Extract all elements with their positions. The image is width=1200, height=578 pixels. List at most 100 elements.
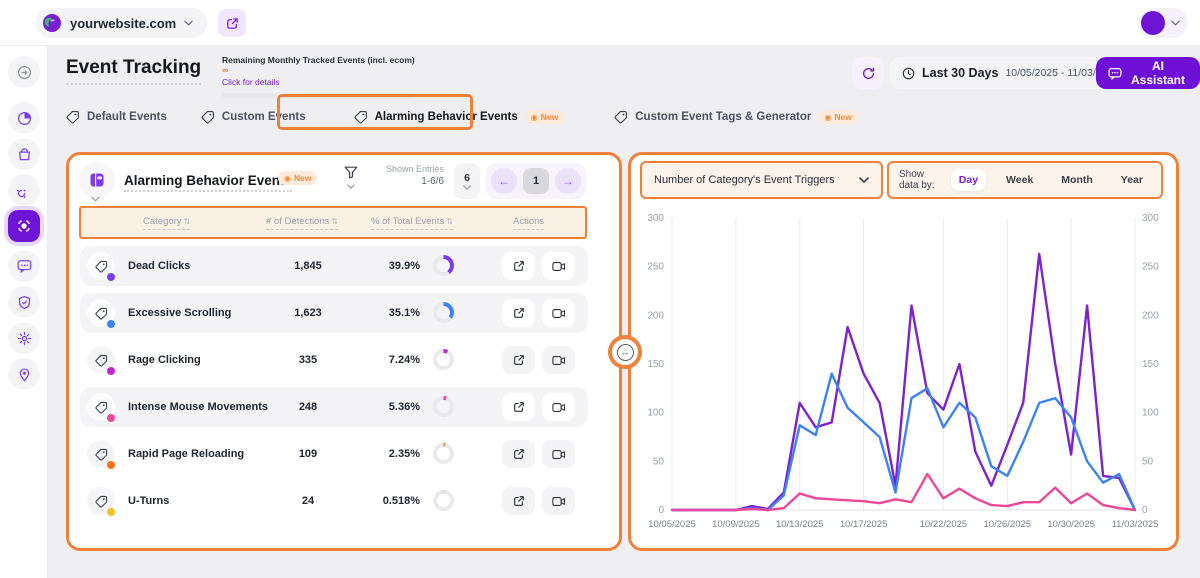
chat-icon[interactable]	[8, 250, 40, 282]
shopping-bag-icon[interactable]	[8, 138, 40, 170]
category-label: Rapid Page Reloading	[128, 448, 244, 460]
shield-check-icon[interactable]	[8, 286, 40, 318]
chart-metric-dropdown[interactable]: Number of Category's Event Triggers	[640, 161, 883, 199]
video-replay-button[interactable]	[542, 252, 575, 280]
new-badge: New	[278, 171, 317, 185]
detections-value: 248	[278, 401, 338, 413]
video-replay-button[interactable]	[542, 346, 575, 374]
panel-resize-handle[interactable]: ↔	[608, 335, 642, 369]
granularity-year[interactable]: Year	[1113, 169, 1151, 191]
top-bar: yourwebsite.com	[0, 0, 1200, 46]
svg-text:10/05/2025: 10/05/2025	[648, 519, 696, 530]
category-color-dot	[107, 414, 115, 422]
open-events-button[interactable]	[502, 440, 535, 468]
tab-custom-event-tags-generator[interactable]: Custom Event Tags & Generator New	[614, 110, 858, 124]
open-events-button[interactable]	[502, 252, 535, 280]
clock-icon	[902, 67, 915, 80]
pie-chart-icon[interactable]	[8, 102, 40, 134]
refresh-button[interactable]	[852, 57, 884, 89]
svg-text:10/30/2025: 10/30/2025	[1047, 519, 1095, 530]
filter-icon[interactable]	[344, 166, 358, 179]
svg-text:10/17/2025: 10/17/2025	[840, 519, 888, 530]
tracked-events-progressbar	[222, 93, 412, 98]
open-website-button[interactable]	[218, 9, 246, 37]
next-page-button[interactable]: →	[555, 168, 581, 194]
svg-text:300: 300	[647, 213, 664, 224]
radar-icon[interactable]	[8, 174, 40, 206]
column-detections[interactable]: # of Detections⇅	[266, 216, 338, 230]
tab-alarming-behavior-events[interactable]: Alarming Behavior Events New	[354, 110, 565, 124]
prev-page-button[interactable]: ←	[491, 168, 517, 194]
tab-default-events[interactable]: Default Events	[66, 110, 167, 124]
video-replay-button[interactable]	[542, 487, 575, 515]
metric-dropdown-value: Number of Category's Event Triggers	[654, 174, 835, 186]
line-chart: 10/05/202510/09/202510/13/202510/17/2025…	[628, 152, 1179, 551]
tag-icon	[66, 110, 80, 124]
session-record-icon[interactable]	[8, 210, 40, 242]
detections-value: 1,845	[278, 260, 338, 272]
svg-text:10/26/2025: 10/26/2025	[984, 519, 1032, 530]
open-events-button[interactable]	[502, 299, 535, 327]
chevron-down-icon	[91, 196, 100, 202]
website-selector[interactable]: yourwebsite.com	[36, 8, 207, 38]
tab-label: Default Events	[87, 111, 167, 123]
account-menu[interactable]	[1138, 8, 1188, 38]
table-row-excessive-scrolling: Excessive Scrolling 1,623 35.1%	[80, 293, 588, 333]
click-for-details-link[interactable]: Click for details	[222, 77, 422, 87]
pagination: ← 1 →	[486, 163, 586, 199]
external-link-icon	[226, 17, 239, 30]
column-percent[interactable]: % of Total Events⇅	[371, 216, 453, 230]
svg-text:10/13/2025: 10/13/2025	[776, 519, 824, 530]
svg-text:150: 150	[1142, 359, 1159, 370]
svg-text:200: 200	[647, 310, 664, 321]
new-badge: New	[525, 110, 564, 124]
granularity-week[interactable]: Week	[998, 169, 1041, 191]
column-category[interactable]: Category⇅	[143, 216, 190, 230]
tab-label: Custom Event Tags & Generator	[635, 111, 811, 123]
period-label: Last 30 Days	[922, 66, 998, 80]
event-tracking-page: yourwebsite.com	[0, 0, 1200, 578]
page-title: Event Tracking	[66, 57, 201, 85]
open-events-button[interactable]	[502, 487, 535, 515]
svg-text:200: 200	[1142, 310, 1159, 321]
video-replay-button[interactable]	[542, 440, 575, 468]
table-row-u-turns: U-Turns 24 0.518%	[80, 481, 588, 521]
svg-text:100: 100	[1142, 408, 1159, 419]
ai-assistant-label: AI Assistant	[1128, 59, 1188, 87]
event-tabs: Default Events Custom Events Alarming Be…	[66, 103, 858, 131]
video-replay-button[interactable]	[542, 299, 575, 327]
current-page: 1	[523, 168, 549, 194]
page-size-selector[interactable]: 6	[454, 163, 480, 199]
map-pin-icon[interactable]	[8, 358, 40, 390]
tag-icon	[354, 110, 368, 124]
table-row-rage-clicking: Rage Clicking 335 7.24%	[80, 340, 588, 380]
tracked-events-label: Remaining Monthly Tracked Events (incl. …	[222, 55, 415, 65]
category-label: Dead Clicks	[128, 260, 190, 272]
chevron-down-icon	[859, 177, 869, 183]
svg-text:50: 50	[653, 456, 665, 467]
sidebar-nav	[0, 46, 48, 578]
open-events-button[interactable]	[502, 393, 535, 421]
panel-view-switcher[interactable]	[79, 162, 115, 198]
granularity-day[interactable]: Day	[951, 169, 986, 191]
tab-label: Alarming Behavior Events	[375, 111, 518, 123]
refresh-icon	[861, 66, 876, 81]
category-label: U-Turns	[128, 495, 169, 507]
collapse-icon[interactable]	[8, 56, 40, 88]
granularity-month[interactable]: Month	[1053, 169, 1101, 191]
gear-icon[interactable]	[8, 322, 40, 354]
open-events-button[interactable]	[502, 346, 535, 374]
table-row-intense-mouse-movements: Intense Mouse Movements 248 5.36%	[80, 387, 588, 427]
svg-text:100: 100	[647, 408, 664, 419]
ai-assistant-button[interactable]: AI Assistant	[1096, 57, 1200, 89]
category-label: Excessive Scrolling	[128, 307, 231, 319]
percent-donut	[433, 349, 454, 370]
svg-text:50: 50	[1142, 456, 1154, 467]
tab-custom-events[interactable]: Custom Events	[201, 110, 306, 124]
chevron-down-icon	[463, 185, 471, 190]
tracked-events-summary: Remaining Monthly Tracked Events (incl. …	[222, 55, 422, 98]
video-replay-button[interactable]	[542, 393, 575, 421]
percent-value: 5.36%	[360, 401, 420, 413]
percent-donut	[433, 490, 454, 511]
percent-donut	[433, 396, 454, 417]
